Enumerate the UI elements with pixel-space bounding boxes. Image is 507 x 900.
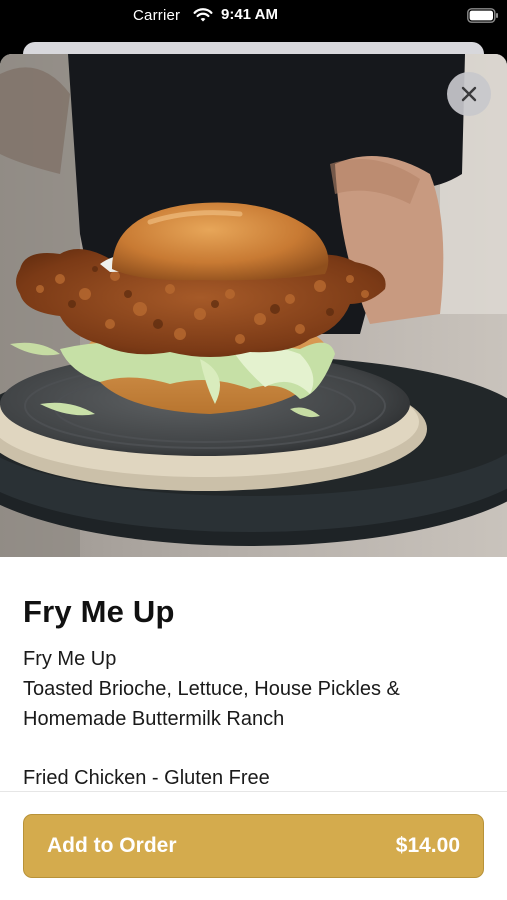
close-icon <box>461 86 477 102</box>
description-line: Toasted Brioche, Lettuce, House Pickles … <box>23 678 400 700</box>
item-dietary-info: Fried Chicken - Gluten Free <box>23 767 270 789</box>
item-details: Fry Me Up Fry Me Up Toasted Brioche, Let… <box>23 594 483 793</box>
item-description: Fry Me Up Toasted Brioche, Lettuce, Hous… <box>23 644 483 734</box>
add-to-order-button[interactable]: Add to Order $14.00 <box>23 814 484 878</box>
item-photo <box>0 54 507 557</box>
item-detail-sheet: Fry Me Up Fry Me Up Toasted Brioche, Let… <box>0 54 507 900</box>
item-price: $14.00 <box>395 834 460 857</box>
clock: 9:41 AM <box>221 6 278 23</box>
close-button[interactable] <box>447 72 491 116</box>
description-line: Fry Me Up <box>23 648 117 670</box>
battery-icon <box>467 8 498 23</box>
description-line: Homemade Buttermilk Ranch <box>23 708 285 730</box>
wifi-icon <box>193 8 213 22</box>
add-to-order-label: Add to Order <box>47 834 177 857</box>
fried-chicken-sandwich-image <box>0 54 507 557</box>
item-title: Fry Me Up <box>23 594 175 629</box>
status-bar: Carrier 9:41 AM <box>0 0 507 32</box>
order-bar: Add to Order $14.00 <box>0 791 507 900</box>
carrier-label: Carrier <box>133 7 181 24</box>
phone-screen: Carrier 9:41 AM Fry Me Up Fry Me Up Toas… <box>0 0 507 900</box>
